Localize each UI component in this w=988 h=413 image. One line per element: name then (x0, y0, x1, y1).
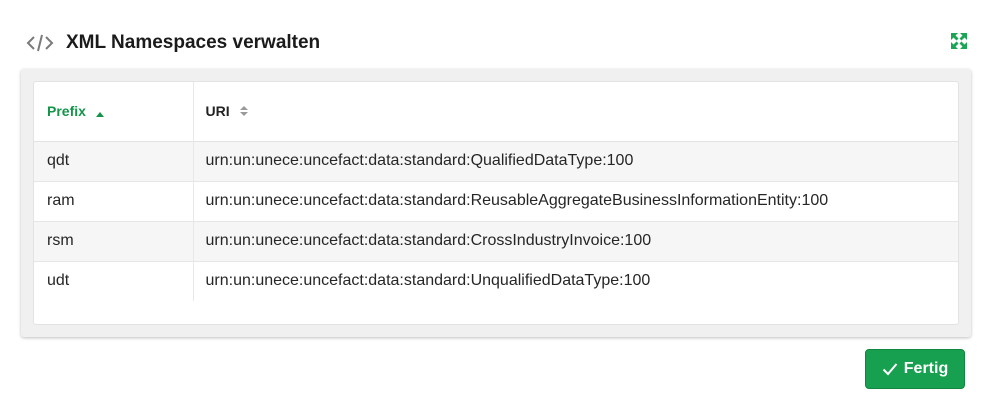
check-icon (882, 362, 898, 376)
table-row[interactable]: udt urn:un:unece:uncefact:data:standard:… (34, 261, 958, 301)
column-header-prefix[interactable]: Prefix (34, 82, 194, 141)
sort-ascending-icon (95, 104, 104, 120)
table-row[interactable]: qdt urn:un:unece:uncefact:data:standard:… (34, 141, 958, 181)
prefix-cell: rsm (34, 221, 194, 261)
table-row[interactable]: rsm urn:un:unece:uncefact:data:standard:… (34, 221, 958, 261)
uri-cell: urn:un:unece:uncefact:data:standard:Reus… (205, 192, 829, 209)
done-button[interactable]: Fertig (865, 349, 965, 389)
uri-cell: urn:un:unece:uncefact:data:standard:Unqu… (205, 272, 651, 290)
prefix-cell: udt (34, 261, 194, 301)
sort-icon (239, 104, 248, 120)
namespaces-panel: Prefix URI qdt urn:un:unece:uncefact:dat… (21, 69, 971, 337)
done-button-label: Fertig (903, 360, 949, 377)
column-header-uri[interactable]: URI (193, 82, 958, 141)
column-header-label: Prefix (47, 102, 86, 119)
namespaces-table-container: Prefix URI qdt urn:un:unece:uncefact:dat… (33, 81, 959, 325)
uri-cell: urn:un:unece:uncefact:data:standard:Qual… (205, 152, 634, 169)
uri-cell: urn:un:unece:uncefact:data:standard:Cros… (205, 232, 652, 249)
prefix-cell: ram (34, 181, 194, 221)
column-header-label: URI (205, 102, 230, 119)
table-header-row: Prefix URI (34, 82, 958, 141)
dialog-header: XML Namespaces verwalten (26, 28, 968, 58)
prefix-cell: qdt (34, 141, 194, 181)
namespaces-table: Prefix URI qdt urn:un:unece:uncefact:dat… (34, 82, 958, 301)
table-row[interactable]: ram urn:un:unece:uncefact:data:standard:… (34, 181, 958, 221)
dialog-title: XML Namespaces verwalten (66, 32, 321, 53)
code-icon (26, 32, 54, 54)
expand-icon[interactable] (950, 32, 968, 50)
